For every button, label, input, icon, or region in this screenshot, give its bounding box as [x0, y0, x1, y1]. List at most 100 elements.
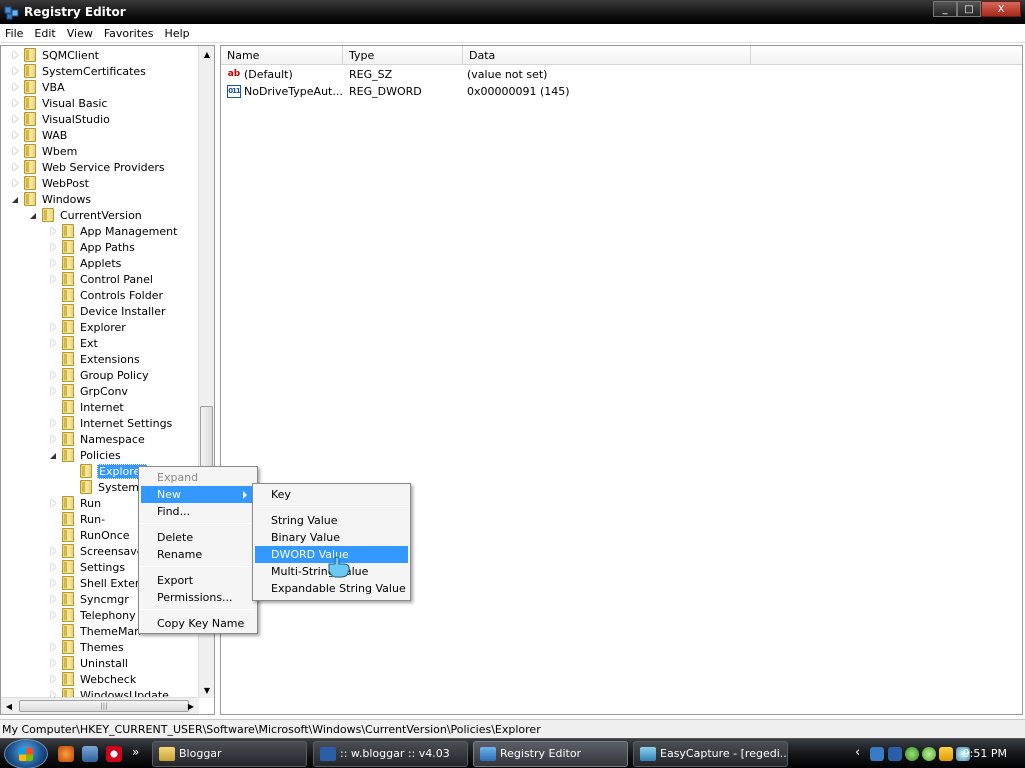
tree-horizontal-scrollbar[interactable]: ◀ ||| ▶	[1, 697, 199, 714]
tree-item[interactable]: Group Policy	[49, 367, 150, 383]
expand-arrow-icon[interactable]	[49, 271, 58, 287]
scroll-down-icon[interactable]: ▼	[199, 682, 214, 698]
tree-item[interactable]: Run	[49, 495, 102, 511]
expand-arrow-icon[interactable]	[11, 95, 20, 111]
minimize-button[interactable]: _	[933, 1, 957, 17]
tree-item[interactable]: Visual Basic	[11, 95, 108, 111]
collapse-arrow-icon[interactable]	[49, 447, 58, 463]
menu-file[interactable]: File	[0, 27, 29, 40]
tree-item[interactable]: CurrentVersion	[29, 207, 143, 223]
menu-item-copy-key-name[interactable]: Copy Key Name	[141, 615, 255, 632]
task-button-registry-editor[interactable]: Registry Editor	[473, 741, 628, 767]
expand-arrow-icon[interactable]	[11, 175, 20, 191]
tree-item[interactable]: System	[67, 479, 140, 495]
expand-arrow-icon[interactable]	[49, 495, 58, 511]
scroll-thumb-horizontal[interactable]: |||	[19, 700, 189, 712]
scroll-right-icon[interactable]: ▶	[183, 698, 199, 714]
firefox-icon[interactable]	[58, 746, 74, 762]
expand-arrow-icon[interactable]	[49, 559, 58, 575]
task-button-easycapture[interactable]: EasyCapture - [regedi...	[633, 741, 788, 767]
expand-arrow-icon[interactable]	[11, 111, 20, 127]
expand-arrow-icon[interactable]	[11, 127, 20, 143]
tree-item[interactable]: RunOnce	[49, 527, 131, 543]
expand-arrow-icon[interactable]	[49, 415, 58, 431]
expand-arrow-icon[interactable]	[49, 255, 58, 271]
update-icon[interactable]	[922, 747, 936, 761]
expand-arrow-icon[interactable]	[49, 639, 58, 655]
tree-item[interactable]: WAB	[11, 127, 68, 143]
title-bar[interactable]: Registry Editor _ □ X	[0, 0, 1025, 24]
tree-item[interactable]: Internet Settings	[49, 415, 173, 431]
expand-arrow-icon[interactable]	[49, 431, 58, 447]
tree-item[interactable]: SystemCertificates	[11, 63, 147, 79]
tree-item[interactable]: GrpConv	[49, 383, 129, 399]
expand-arrow-icon[interactable]	[11, 79, 20, 95]
menu-edit[interactable]: Edit	[29, 27, 61, 40]
tree-item[interactable]: Windows	[11, 191, 92, 207]
scroll-left-icon[interactable]: ◀	[1, 698, 17, 714]
security-icon[interactable]	[905, 747, 919, 761]
menu-help[interactable]: Help	[160, 27, 196, 40]
expand-arrow-icon[interactable]	[49, 367, 58, 383]
expand-arrow-icon[interactable]	[49, 591, 58, 607]
tray-expand-icon[interactable]: ‹	[855, 745, 860, 760]
start-button[interactable]	[4, 739, 48, 768]
tree-item[interactable]: WebPost	[11, 175, 90, 191]
collapse-arrow-icon[interactable]	[29, 207, 38, 223]
tree-item[interactable]: VisualStudio	[11, 111, 111, 127]
menu-item-export[interactable]: Export	[141, 572, 255, 589]
maximize-button[interactable]: □	[957, 1, 981, 17]
collapse-arrow-icon[interactable]	[11, 191, 20, 207]
menu-item-new[interactable]: New	[141, 486, 255, 503]
tree-item[interactable]: Ext	[49, 335, 99, 351]
menu-favorites[interactable]: Favorites	[99, 27, 160, 40]
menu-item-delete[interactable]: Delete	[141, 529, 255, 546]
tree-item[interactable]: Policies	[49, 447, 122, 463]
tree-item[interactable]: VBA	[11, 79, 66, 95]
submenu-item-binary-value[interactable]: Binary Value	[255, 529, 408, 546]
tree-item[interactable]: Run-	[49, 511, 106, 527]
expand-arrow-icon[interactable]	[49, 223, 58, 239]
tree-item[interactable]: Shell Exten	[49, 575, 143, 591]
task-button-bloggar[interactable]: Bloggar	[152, 741, 307, 767]
tree-item[interactable]: Applets	[49, 255, 122, 271]
scroll-up-icon[interactable]: ▲	[199, 46, 214, 62]
tree-item[interactable]: Telephony	[49, 607, 137, 623]
menu-view[interactable]: View	[62, 27, 99, 40]
tree-item[interactable]: Device Installer	[49, 303, 167, 319]
tree-item[interactable]: Settings	[49, 559, 126, 575]
tree-item[interactable]: SQMClient	[11, 47, 100, 63]
expand-arrow-icon[interactable]	[49, 543, 58, 559]
expand-arrow-icon[interactable]	[49, 575, 58, 591]
tree-item[interactable]: Uninstall	[49, 655, 129, 671]
show-desktop-icon[interactable]	[82, 746, 98, 762]
submenu-item-key[interactable]: Key	[255, 486, 408, 503]
tree-item[interactable]: Wbem	[11, 143, 78, 159]
tree-item[interactable]: Control Panel	[49, 271, 154, 287]
list-item[interactable]: 011 NoDriveTypeAut... REG_DWORD 0x000000…	[221, 83, 743, 100]
tree-item[interactable]: Syncmgr	[49, 591, 130, 607]
tree-item[interactable]: Extensions	[49, 351, 141, 367]
expand-arrow-icon[interactable]	[49, 607, 58, 623]
menu-item-rename[interactable]: Rename	[141, 546, 255, 563]
expand-arrow-icon[interactable]	[11, 159, 20, 175]
menu-item-permissions[interactable]: Permissions...	[141, 589, 255, 606]
tree-item[interactable]: Themes	[49, 639, 125, 655]
expand-arrow-icon[interactable]	[49, 319, 58, 335]
expand-arrow-icon[interactable]	[49, 335, 58, 351]
opera-icon[interactable]	[106, 746, 122, 762]
tree-item[interactable]: Explorer	[49, 319, 127, 335]
expand-arrow-icon[interactable]	[49, 655, 58, 671]
tree-item[interactable]: Screensave	[49, 543, 145, 559]
tree-item[interactable]: Controls Folder	[49, 287, 164, 303]
task-button-wbloggar[interactable]: :: w.bloggar :: v4.03	[313, 741, 468, 767]
expand-arrow-icon[interactable]	[11, 143, 20, 159]
submenu-item-string-value[interactable]: String Value	[255, 512, 408, 529]
tree-item[interactable]: Namespace	[49, 431, 146, 447]
tree-item[interactable]: Internet	[49, 399, 125, 415]
warning-icon[interactable]	[939, 747, 953, 761]
wbloggar-tray-icon[interactable]	[888, 747, 902, 761]
tree-item[interactable]: App Paths	[49, 239, 136, 255]
close-button[interactable]: X	[981, 1, 1021, 17]
list-item[interactable]: ab (Default) REG_SZ (value not set)	[221, 66, 743, 83]
